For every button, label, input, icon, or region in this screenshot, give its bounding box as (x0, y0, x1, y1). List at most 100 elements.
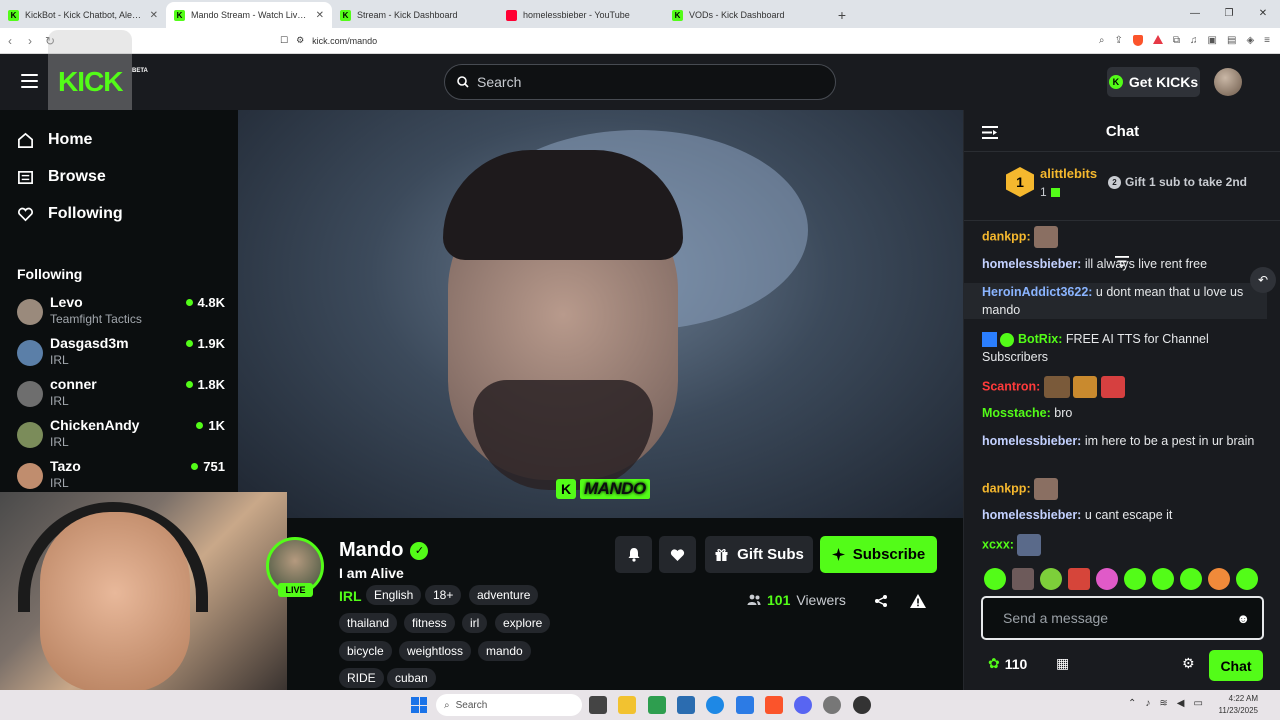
emote-icon[interactable] (1208, 568, 1230, 590)
video-player[interactable]: K MANDO (238, 110, 963, 518)
chat-input-box[interactable]: ☻ (981, 596, 1264, 640)
chat-username[interactable]: homelessbieber: (982, 434, 1081, 448)
close-tab-icon[interactable]: ✕ (316, 10, 324, 21)
restore-icon[interactable]: ❐ (1212, 0, 1246, 26)
site-info-icon[interactable]: ⚙ (296, 35, 304, 46)
app-icon[interactable] (677, 696, 695, 714)
stream-tag[interactable]: 18+ (425, 585, 462, 605)
sidebar-item-browse[interactable]: Browse (17, 168, 106, 186)
obs-icon[interactable] (853, 696, 871, 714)
share-icon[interactable]: ⇪ (1115, 35, 1123, 46)
wallet-icon[interactable]: ▤ (1227, 35, 1236, 46)
chat-username[interactable]: homelessbieber: (982, 508, 1081, 522)
sidebar-item-home[interactable]: Home (17, 131, 92, 149)
scroll-to-bottom-icon[interactable]: ↶ (1250, 267, 1276, 293)
file-explorer-icon[interactable] (618, 696, 636, 714)
app-icon[interactable] (648, 696, 666, 714)
microphone-icon[interactable]: ♪ (1145, 698, 1150, 709)
zoom-icon[interactable]: ⌕ (1099, 35, 1105, 46)
emote-icon[interactable] (1152, 568, 1174, 590)
sidebar-icon[interactable]: ▣ (1208, 35, 1217, 46)
wifi-icon[interactable]: ≋ (1159, 698, 1167, 709)
followed-channel[interactable]: ChickenAndy IRL 1K (17, 417, 225, 455)
gift-subs-button[interactable]: Gift Subs (705, 536, 813, 573)
browser-tab[interactable]: K Stream - Kick Dashboard (332, 2, 498, 28)
chat-username[interactable]: dankpp: (982, 481, 1031, 495)
stream-tag[interactable]: irl (462, 613, 488, 633)
subscribe-button[interactable]: Subscribe (820, 536, 937, 573)
emote-icon[interactable] (1012, 568, 1034, 590)
stream-tag[interactable]: English (366, 585, 422, 605)
settings-icon[interactable] (823, 696, 841, 714)
follow-button[interactable] (659, 536, 696, 573)
vscode-icon[interactable] (736, 696, 754, 714)
emoji-picker-icon[interactable]: ☻ (1236, 611, 1250, 626)
top-gifter-name[interactable]: alittlebits (1040, 166, 1097, 181)
emote-icon[interactable] (1068, 568, 1090, 590)
discord-icon[interactable] (794, 696, 812, 714)
followed-channel[interactable]: conner IRL 1.8K (17, 376, 225, 414)
stream-tag[interactable]: weightloss (399, 641, 472, 661)
menu-icon[interactable]: ≡ (1264, 35, 1270, 46)
chat-username[interactable]: HeroinAddict3622: (982, 285, 1092, 299)
followed-channel[interactable]: Dasgasd3m IRL 1.9K (17, 335, 225, 373)
vpn-icon[interactable]: ◈ (1246, 35, 1254, 46)
edge-icon[interactable] (706, 696, 724, 714)
stream-tag[interactable]: mando (478, 641, 531, 661)
share-button[interactable] (862, 582, 899, 619)
followed-channel[interactable]: Tazo IRL 751 (17, 458, 225, 496)
chat-settings-icon[interactable]: ⚙ (1182, 655, 1195, 672)
url-field[interactable]: ☐ ⚙ kick.com/mando (280, 35, 1099, 46)
task-view-icon[interactable] (589, 696, 607, 714)
close-tab-icon[interactable]: ✕ (150, 10, 158, 21)
browser-tab-active[interactable]: K Mando Stream - Watch Live o ✕ (166, 2, 332, 28)
get-kicks-button[interactable]: K Get KICKs (1107, 67, 1200, 97)
emote-icon[interactable] (1236, 568, 1258, 590)
stream-tag[interactable]: bicycle (339, 641, 392, 661)
notification-bell-button[interactable] (615, 536, 652, 573)
media-icon[interactable]: ♫ (1190, 35, 1198, 46)
stream-tag[interactable]: cuban (387, 668, 436, 688)
close-window-icon[interactable]: ✕ (1246, 0, 1280, 26)
gift-to-rank-cta[interactable]: 2 Gift 1 sub to take 2nd (1108, 175, 1247, 189)
chat-username[interactable]: xcxx: (982, 537, 1014, 551)
brave-shields-icon[interactable] (1132, 35, 1143, 46)
forward-icon[interactable]: › (20, 34, 40, 48)
chat-username[interactable]: homelessbieber: (982, 257, 1081, 271)
back-icon[interactable]: ‹ (0, 34, 20, 48)
chat-username[interactable]: dankpp: (982, 229, 1031, 243)
emote-icon[interactable] (1096, 568, 1118, 590)
new-tab-button[interactable]: + (830, 2, 854, 28)
stream-tag[interactable]: adventure (469, 585, 539, 605)
report-button[interactable] (899, 582, 936, 619)
menu-toggle-icon[interactable] (21, 74, 38, 88)
battery-icon[interactable]: ▭ (1193, 698, 1202, 709)
emote-icon[interactable] (1040, 568, 1062, 590)
streamer-name[interactable]: Mando (339, 539, 403, 562)
volume-icon[interactable]: ◀ (1177, 698, 1185, 709)
extensions-icon[interactable]: ⧉ (1173, 35, 1180, 46)
bookmark-icon[interactable]: ☐ (280, 35, 288, 46)
channel-points[interactable]: ✿ 110 (988, 655, 1027, 672)
stream-category-link[interactable]: IRL (339, 588, 362, 604)
stream-tag[interactable]: explore (495, 613, 551, 633)
minimize-icon[interactable]: — (1178, 0, 1212, 26)
stream-tag[interactable]: thailand (339, 613, 398, 633)
browser-tab[interactable]: K VODs - Kick Dashboard (664, 2, 830, 28)
browser-tab[interactable]: homelessbieber - YouTube (498, 2, 664, 28)
taskbar-clock[interactable]: 4:22 AM 11/23/2025 (1206, 693, 1258, 717)
emote-icon[interactable] (984, 568, 1006, 590)
chat-username[interactable]: Mosstache: (982, 406, 1051, 420)
taskbar-search[interactable]: ⌕ Search (436, 694, 582, 716)
chat-username[interactable]: Scantron: (982, 379, 1040, 393)
emote-icon[interactable] (1124, 568, 1146, 590)
followed-channel[interactable]: Levo Teamfight Tactics 4.8K (17, 294, 225, 332)
stream-tag[interactable]: RIDE (339, 668, 384, 688)
browser-tab[interactable]: K KickBot - Kick Chatbot, Alerts, TTS, C ✕ (0, 2, 166, 28)
send-chat-button[interactable]: Chat (1209, 650, 1263, 681)
brave-icon[interactable] (765, 696, 783, 714)
stream-tag[interactable]: fitness (404, 613, 455, 633)
emote-icon[interactable] (1180, 568, 1202, 590)
chat-message-input[interactable] (1003, 610, 1237, 626)
search-bar[interactable]: Search (444, 64, 836, 100)
